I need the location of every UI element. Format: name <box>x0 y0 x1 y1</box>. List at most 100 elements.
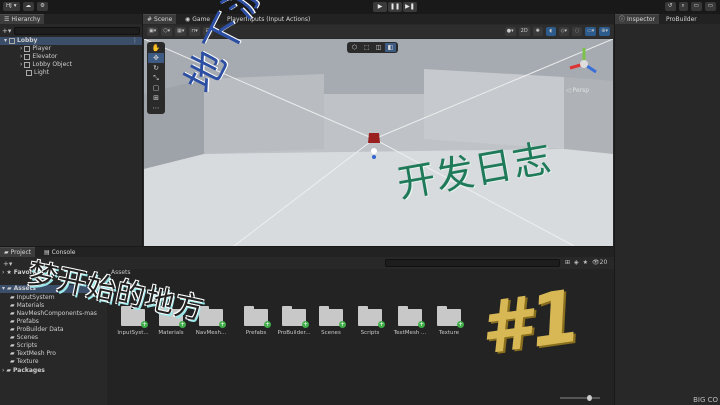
pivot-shape <box>371 148 377 154</box>
pause-button[interactable]: ❚❚ <box>388 2 402 12</box>
tab-inspector-label: Inspector <box>627 15 656 23</box>
asset-folder[interactable]: + TextMesh ... <box>392 306 428 336</box>
layout-icon: ▭ <box>707 3 713 9</box>
persp-label: Persp <box>572 87 590 94</box>
orientation-gizmo[interactable]: ◁ Persp <box>560 42 608 96</box>
rotate-tool-icon[interactable]: ↻ <box>148 63 164 73</box>
tree-item-label: Light <box>34 69 49 76</box>
face-mode-icon[interactable]: ◧ <box>385 43 396 52</box>
vertex-mode-icon[interactable]: ⬚ <box>361 43 372 52</box>
projection-toggle[interactable]: ◁ Persp <box>566 87 589 94</box>
tab-hierarchy[interactable]: ☰ Hierarchy <box>0 14 45 24</box>
draw-mode-dropdown[interactable]: ▣▾ <box>147 27 159 36</box>
hidden-count-value: 20 <box>599 259 608 266</box>
list-icon: ☰ <box>4 15 10 23</box>
tree-item[interactable]: ▰ ProBuilder Data <box>10 326 64 334</box>
grid-snap-button[interactable]: ▦▾ <box>175 27 187 36</box>
add-icon[interactable]: +▾ <box>2 27 11 35</box>
play-button[interactable]: ▶ <box>373 2 387 12</box>
tab-probuilder[interactable]: ProBuilder <box>662 14 701 24</box>
asset-folder[interactable]: + Scenes <box>313 306 349 336</box>
history-button[interactable]: ↺ <box>664 2 676 11</box>
tree-item[interactable]: ▰ Prefabs <box>10 318 39 326</box>
transform-tool-icon[interactable]: ⊞ <box>148 93 164 103</box>
tree-item-label: Lobby <box>17 37 38 44</box>
camera-dropdown[interactable]: ▭▾ <box>585 27 597 36</box>
account-label: HJ <box>6 3 12 9</box>
project-search-input[interactable] <box>385 259 560 267</box>
grid-icon: # <box>147 15 153 23</box>
account-dropdown[interactable]: HJ ▾ <box>3 2 20 11</box>
tree-packages[interactable]: › ▰ Packages <box>2 367 45 375</box>
asset-label: Scenes <box>321 330 341 336</box>
gamepad-icon: ◉ <box>185 15 191 23</box>
gizmos-dropdown[interactable]: ⊕▾ <box>599 27 610 36</box>
hidden-count[interactable]: 👁20 <box>592 259 607 266</box>
folder-icon: ▰ <box>10 318 15 325</box>
tree-item[interactable]: ▰ Scripts <box>10 342 37 350</box>
tab-project[interactable]: ▰ Project <box>0 247 36 257</box>
tree-item-lobby[interactable]: ▾ Lobby ⋮ <box>0 37 142 45</box>
icon-size-slider[interactable] <box>560 395 600 401</box>
gizmo-center-shape <box>580 60 588 68</box>
cloud-button[interactable]: ☁ <box>22 2 35 11</box>
cube-icon <box>24 54 31 60</box>
hidden-objects-toggle[interactable]: ◌ <box>572 27 583 36</box>
asset-folder[interactable]: + Texture <box>431 306 467 336</box>
expand-arrow-icon: › <box>2 269 5 276</box>
folder-icon: + <box>244 306 271 328</box>
hand-tool-icon[interactable]: ✋ <box>148 43 164 53</box>
custom-tool-icon[interactable]: ⋯ <box>148 103 164 113</box>
toggle-2d-button[interactable]: 2D <box>518 27 530 36</box>
tree-item-label: Materials <box>16 302 45 309</box>
slider-knob[interactable] <box>587 395 592 401</box>
label-icon[interactable]: ◈ <box>574 259 579 266</box>
tree-item[interactable]: ▰ Materials <box>10 302 44 310</box>
inspector-panel: ⓘ Inspector ProBuilder <box>615 14 720 405</box>
tree-item-elevator[interactable]: › Elevator <box>20 53 57 61</box>
shading-dropdown[interactable]: ⬡▾ <box>161 27 173 36</box>
tree-item-player[interactable]: › Player <box>20 45 51 53</box>
scale-tool-icon[interactable]: ⤡ <box>148 73 164 83</box>
cube-icon <box>26 70 32 76</box>
pivot-shape <box>372 155 376 159</box>
tree-item[interactable]: ▰ Texture <box>10 358 39 366</box>
asset-folder[interactable]: + Scripts <box>352 306 388 336</box>
step-button[interactable]: ▶❚ <box>403 2 417 12</box>
more-icon[interactable]: ⋮ <box>132 37 142 45</box>
asset-folder[interactable]: + ProBuilder... <box>276 306 312 336</box>
tab-scene[interactable]: # Scene <box>143 14 177 24</box>
tree-item[interactable]: ▰ Scenes <box>10 334 38 342</box>
collab-icon: ⚙ <box>40 3 45 9</box>
layers-dropdown[interactable]: ▭ <box>690 2 702 11</box>
tree-item[interactable]: ▰ NavMeshComponents-mas <box>10 310 97 318</box>
asset-folder[interactable]: + Prefabs <box>238 306 274 336</box>
filter-icon[interactable]: ⊞ <box>565 259 570 266</box>
plus-icon: + <box>418 321 425 328</box>
sphere-icon: ●▾ <box>506 28 514 34</box>
render-mode-dropdown[interactable]: ●▾ <box>504 27 516 36</box>
tree-item-label: Prefabs <box>16 318 39 325</box>
asset-label: Texture <box>438 330 460 336</box>
tree-item-lobby-object[interactable]: › Lobby Object <box>20 61 72 69</box>
hierarchy-search-input[interactable] <box>14 26 140 35</box>
tree-item-light[interactable]: Light <box>26 69 49 77</box>
audio-toggle[interactable]: ◖ <box>545 27 556 36</box>
asset-label: InputSyst... <box>117 330 149 336</box>
star-icon[interactable]: ★ <box>583 259 588 266</box>
collab-button[interactable]: ⚙ <box>37 2 48 11</box>
search-button[interactable]: ⌕ <box>678 2 688 11</box>
object-mode-icon[interactable]: ⬡ <box>349 43 360 52</box>
edge-mode-icon[interactable]: ◫ <box>373 43 384 52</box>
rect-tool-icon[interactable]: ▢ <box>148 83 164 93</box>
move-tool-icon[interactable]: ✥ <box>148 53 164 63</box>
fx-dropdown[interactable]: ◇▾ <box>558 27 570 36</box>
lighting-toggle[interactable]: ✺ <box>532 27 543 36</box>
info-icon: ⓘ <box>619 15 626 23</box>
folder-icon: ▰ <box>10 302 15 309</box>
star-icon: ★ <box>6 269 12 276</box>
tree-item[interactable]: ▰ TextMesh Pro <box>10 350 56 358</box>
tab-inspector[interactable]: ⓘ Inspector <box>615 14 660 24</box>
add-icon[interactable]: +▾ <box>3 260 12 268</box>
layout-dropdown[interactable]: ▭ <box>704 2 716 11</box>
